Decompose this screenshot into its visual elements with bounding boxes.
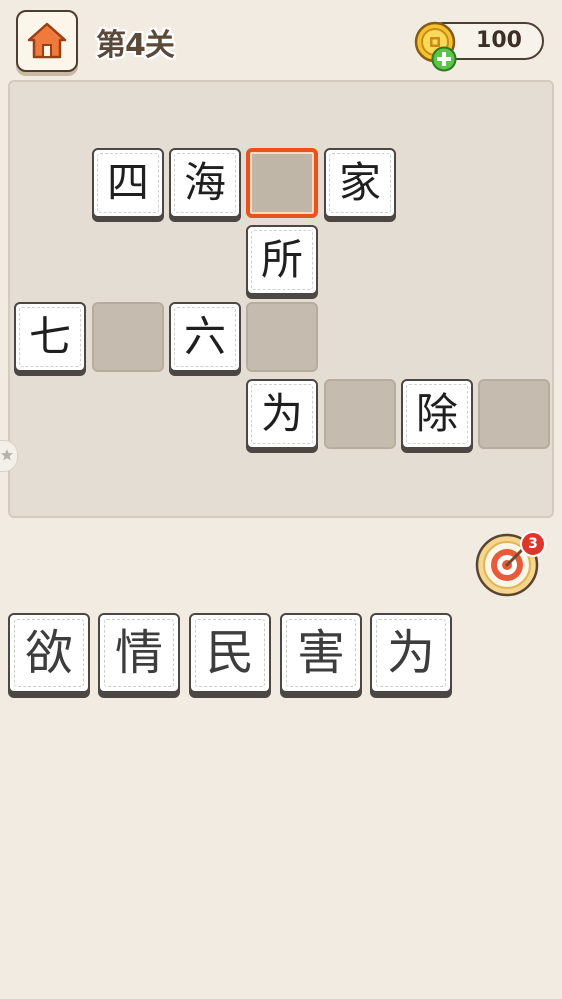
board-blank[interactable] — [478, 379, 550, 449]
board-tile: 海 — [169, 148, 241, 218]
board-blank[interactable] — [324, 379, 396, 449]
tile-char: 四 — [106, 158, 149, 207]
board-tile: 所 — [246, 225, 318, 295]
choice-char: 民 — [205, 625, 254, 681]
level-title: 第4关 — [96, 28, 175, 63]
choice-char: 害 — [296, 625, 345, 681]
home-icon — [27, 22, 67, 59]
choice-tile[interactable]: 害 — [280, 613, 362, 693]
tile-char: 七 — [28, 312, 71, 361]
board-tile: 七 — [14, 302, 86, 372]
choice-tile[interactable]: 为 — [370, 613, 452, 693]
puzzle-board: 四 海 家 所 七 六 为 除 — [8, 80, 554, 518]
board-tile: 六 — [169, 302, 241, 372]
choice-tile[interactable]: 欲 — [8, 613, 90, 693]
tile-char: 为 — [260, 389, 303, 438]
board-blank-selected[interactable] — [246, 148, 318, 218]
board-tile: 家 — [324, 148, 396, 218]
tile-char: 海 — [183, 158, 226, 207]
tile-char: 家 — [338, 158, 381, 207]
choice-char: 欲 — [24, 625, 73, 681]
star-icon — [1, 449, 13, 461]
tile-char: 除 — [415, 389, 458, 438]
board-blank[interactable] — [92, 302, 164, 372]
choice-tile[interactable]: 情 — [98, 613, 180, 693]
coin-count: 100 — [476, 28, 522, 53]
board-blank[interactable] — [246, 302, 318, 372]
choice-char: 为 — [386, 625, 435, 681]
plus-icon[interactable] — [431, 46, 457, 72]
board-tile: 为 — [246, 379, 318, 449]
board-tile: 四 — [92, 148, 164, 218]
home-button[interactable] — [16, 10, 78, 72]
board-tile: 除 — [401, 379, 473, 449]
choice-tile[interactable]: 民 — [189, 613, 271, 693]
hint-count-badge: 3 — [520, 531, 546, 557]
tile-char: 所 — [260, 235, 303, 284]
tile-char: 六 — [183, 312, 226, 361]
choice-char: 情 — [114, 625, 163, 681]
